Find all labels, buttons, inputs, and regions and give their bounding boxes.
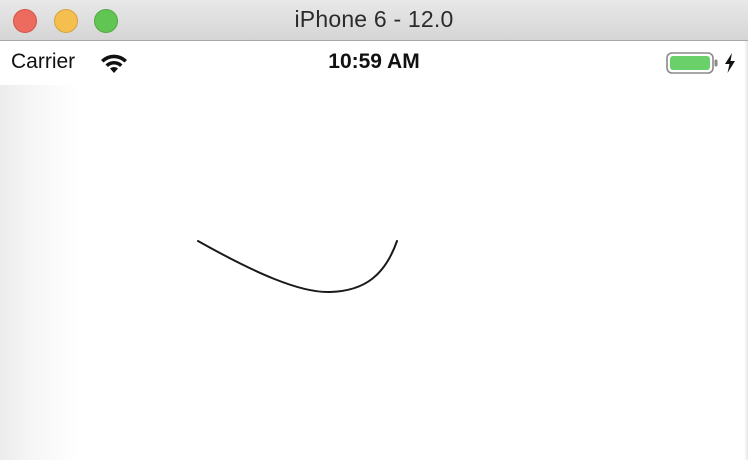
title-bar[interactable]: iPhone 6 - 12.0 (0, 0, 748, 41)
drawing-canvas[interactable] (0, 85, 748, 460)
status-time: 10:59 AM (328, 50, 420, 73)
battery-full-icon (666, 52, 718, 74)
ios-status-bar: Carrier 10:59 AM (0, 41, 748, 85)
simulator-window: iPhone 6 - 12.0 Carrier 10:59 AM (0, 0, 748, 460)
lightning-bolt-icon (725, 53, 735, 73)
drawn-curve (197, 240, 398, 294)
window-title: iPhone 6 - 12.0 (294, 6, 454, 32)
